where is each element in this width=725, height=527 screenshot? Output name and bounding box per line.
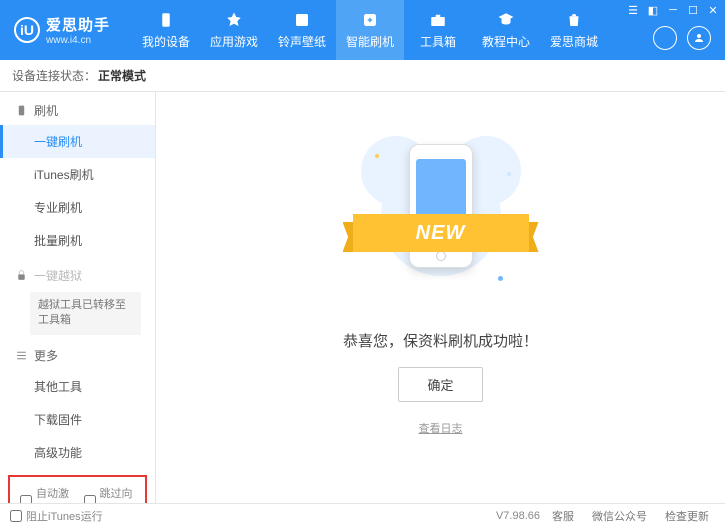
nav-store[interactable]: 爱思商城	[540, 0, 608, 60]
nav-label: 教程中心	[482, 33, 530, 50]
app-header: iU 爱思助手 www.i4.cn 我的设备 应用游戏 铃声壁纸 智能刷机 工具…	[0, 0, 725, 60]
tutorial-icon	[497, 11, 515, 29]
wallpaper-icon	[293, 11, 311, 29]
nav-ringtones[interactable]: 铃声壁纸	[268, 0, 336, 60]
sidebar-item-oneclick-flash[interactable]: 一键刷机	[0, 125, 155, 158]
window-controls: ☰ ◧ ─ ☐ ✕	[627, 4, 719, 16]
success-illustration: NEW	[361, 126, 521, 316]
connection-status-bar: 设备连接状态： 正常模式	[0, 60, 725, 92]
version-label: V7.98.66	[496, 510, 540, 522]
more-icon	[14, 348, 28, 362]
options-highlight-box: 自动激活 跳过向导	[8, 475, 147, 503]
sidebar-group-more[interactable]: 更多	[0, 337, 155, 370]
nav-tutorials[interactable]: 教程中心	[472, 0, 540, 60]
theme-icon[interactable]: ◧	[647, 4, 659, 16]
sidebar-group-flash[interactable]: 刷机	[0, 92, 155, 125]
phone-icon	[14, 104, 28, 118]
lock-icon	[14, 269, 28, 283]
nav-apps[interactable]: 应用游戏	[200, 0, 268, 60]
block-itunes-checkbox[interactable]: 阻止iTunes运行	[10, 508, 103, 524]
sidebar-item-other-tools[interactable]: 其他工具	[0, 370, 155, 403]
app-title: 爱思助手	[46, 14, 110, 35]
sidebar: 刷机 一键刷机 iTunes刷机 专业刷机 批量刷机 一键越狱 越狱工具已转移至…	[0, 92, 156, 503]
check-update-link[interactable]: 检查更新	[659, 508, 715, 524]
nav-label: 我的设备	[142, 33, 190, 50]
app-subtitle: www.i4.cn	[46, 35, 110, 46]
download-button[interactable]	[653, 26, 677, 50]
skip-guide-checkbox[interactable]: 跳过向导	[84, 485, 136, 503]
sidebar-item-pro-flash[interactable]: 专业刷机	[0, 191, 155, 224]
close-button[interactable]: ✕	[707, 4, 719, 16]
settings-icon[interactable]: ☰	[627, 4, 639, 16]
logo-area: iU 爱思助手 www.i4.cn	[0, 14, 124, 46]
nav-label: 工具箱	[420, 33, 456, 50]
new-ribbon: NEW	[353, 214, 529, 252]
device-icon	[157, 11, 175, 29]
maximize-button[interactable]: ☐	[687, 4, 699, 16]
nav-toolbox[interactable]: 工具箱	[404, 0, 472, 60]
apps-icon	[225, 11, 243, 29]
status-value: 正常模式	[98, 67, 146, 84]
nav-label: 爱思商城	[550, 33, 598, 50]
nav-my-device[interactable]: 我的设备	[132, 0, 200, 60]
toolbox-icon	[429, 11, 447, 29]
sidebar-item-download-firmware[interactable]: 下载固件	[0, 403, 155, 436]
minimize-button[interactable]: ─	[667, 4, 679, 16]
support-link[interactable]: 客服	[546, 508, 580, 524]
footer-bar: 阻止iTunes运行 V7.98.66 客服 微信公众号 检查更新	[0, 503, 725, 527]
nav-label: 铃声壁纸	[278, 33, 326, 50]
view-log-link[interactable]: 查看日志	[419, 420, 463, 436]
status-label: 设备连接状态：	[12, 67, 96, 84]
nav-flash[interactable]: 智能刷机	[336, 0, 404, 60]
logo-icon: iU	[14, 17, 40, 43]
success-message: 恭喜您，保资料刷机成功啦！	[343, 330, 538, 351]
sidebar-item-advanced[interactable]: 高级功能	[0, 436, 155, 469]
main-content: NEW 恭喜您，保资料刷机成功啦！ 确定 查看日志	[156, 92, 725, 503]
ok-button[interactable]: 确定	[398, 367, 482, 402]
sidebar-group-jailbreak: 一键越狱	[0, 257, 155, 290]
nav-label: 智能刷机	[346, 33, 394, 50]
nav-label: 应用游戏	[210, 33, 258, 50]
sidebar-item-batch-flash[interactable]: 批量刷机	[0, 224, 155, 257]
user-button[interactable]	[687, 26, 711, 50]
sidebar-item-itunes-flash[interactable]: iTunes刷机	[0, 158, 155, 191]
flash-icon	[361, 11, 379, 29]
sidebar-jailbreak-note[interactable]: 越狱工具已转移至工具箱	[30, 292, 141, 335]
top-nav: 我的设备 应用游戏 铃声壁纸 智能刷机 工具箱 教程中心 爱思商城	[132, 0, 608, 60]
store-icon	[565, 11, 583, 29]
auto-activate-checkbox[interactable]: 自动激活	[20, 485, 72, 503]
wechat-link[interactable]: 微信公众号	[586, 508, 653, 524]
